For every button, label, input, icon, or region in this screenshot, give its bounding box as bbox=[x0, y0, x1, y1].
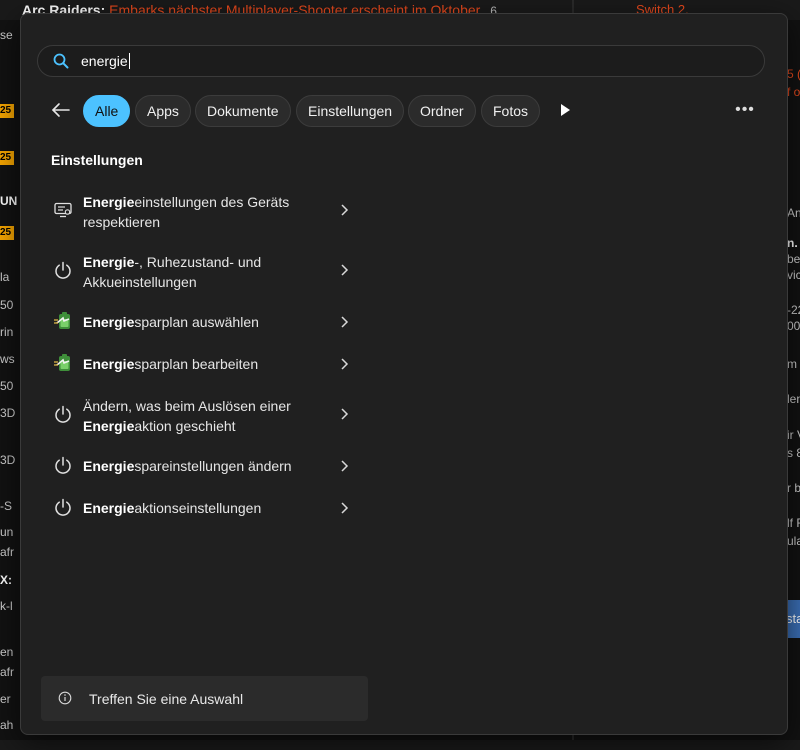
bg-fragment: s 8 bbox=[787, 446, 800, 460]
result-item[interactable]: Energieaktionseinstellungen bbox=[41, 496, 361, 520]
bg-fragment: 50 bbox=[0, 298, 14, 312]
bg-fragment: k-l bbox=[0, 599, 13, 613]
result-bold: Energie bbox=[83, 314, 135, 330]
bg-fragment: r b bbox=[787, 481, 800, 495]
chevron-right-icon bbox=[341, 408, 349, 420]
more-filters-arrow-icon[interactable] bbox=[559, 103, 571, 117]
bg-fragment: afr bbox=[0, 545, 15, 559]
bg-fragment: la bbox=[0, 270, 10, 284]
bg-fragment: 5 ( bbox=[787, 67, 800, 81]
status-text: Treffen Sie eine Auswahl bbox=[89, 691, 244, 707]
filter-chip-fotos[interactable]: Fotos bbox=[481, 95, 541, 127]
filter-chip-apps[interactable]: Apps bbox=[135, 95, 191, 127]
battery-plan-icon bbox=[54, 354, 70, 371]
power-icon bbox=[55, 498, 71, 516]
result-rest: spareinstellungen ändern bbox=[134, 458, 292, 474]
status-bar: Treffen Sie eine Auswahl bbox=[41, 676, 368, 721]
result-bold: Energie bbox=[83, 356, 135, 372]
bg-fragment: be bbox=[787, 252, 800, 266]
result-label: Ändern, was beim Auslösen einer Energieak… bbox=[83, 396, 333, 436]
power-icon bbox=[55, 261, 71, 279]
bg-fragment: ws bbox=[0, 352, 15, 366]
result-item[interactable]: Ändern, was beim Auslösen einer Energieak… bbox=[41, 394, 361, 438]
filter-bar: Alle Apps Dokumente Einstellungen Ordner… bbox=[21, 94, 789, 128]
result-label: Energiespareinstellungen ändern bbox=[83, 456, 333, 476]
result-label: Energie-, Ruhezustand- und Akkueinstellu… bbox=[83, 252, 333, 292]
bg-fragment: er bbox=[0, 692, 11, 706]
power-icon bbox=[55, 405, 71, 423]
back-arrow-icon[interactable] bbox=[49, 98, 73, 122]
bg-fragment: un bbox=[0, 525, 14, 539]
result-bold: Energie bbox=[83, 458, 135, 474]
result-item[interactable]: Energie-, Ruhezustand- und Akkueinstellu… bbox=[41, 250, 361, 294]
result-label: Energieeinstellungen des Geräts respekti… bbox=[83, 192, 333, 232]
bg-fragment: 3D bbox=[0, 406, 16, 420]
filter-chip-alle[interactable]: Alle bbox=[83, 95, 131, 127]
result-rest: sparplan auswählen bbox=[134, 314, 259, 330]
bg-fragment: ah bbox=[0, 718, 14, 732]
bg-bottom-strip bbox=[0, 740, 800, 750]
bg-fragment: len bbox=[787, 392, 800, 406]
result-rest: sparplan bearbeiten bbox=[134, 356, 259, 372]
search-input-wrap[interactable]: energie bbox=[81, 53, 130, 69]
result-prefix: Ändern, was beim Auslösen einer bbox=[83, 398, 291, 414]
bg-fragment: ir V bbox=[787, 428, 800, 442]
bg-fragment: n. I bbox=[787, 236, 800, 250]
chevron-right-icon bbox=[341, 316, 349, 328]
bg-fragment: afr bbox=[0, 665, 15, 679]
result-bold: Energie bbox=[83, 194, 135, 210]
bg-fragment: UN bbox=[0, 194, 18, 208]
bg-fragment: en bbox=[0, 645, 14, 659]
bg-fragment: 50 bbox=[0, 379, 14, 393]
result-label: Energiesparplan bearbeiten bbox=[83, 354, 333, 374]
bg-fragment: se bbox=[0, 28, 13, 42]
bg-fragment: An bbox=[787, 206, 800, 220]
section-title: Einstellungen bbox=[51, 152, 143, 168]
device-settings-icon bbox=[54, 202, 72, 218]
chevron-right-icon bbox=[341, 502, 349, 514]
bg-fragment: -S bbox=[0, 499, 12, 513]
result-bold: Energie bbox=[83, 418, 135, 434]
bg-fragment: lf R bbox=[787, 516, 800, 530]
power-icon bbox=[55, 456, 71, 474]
bg-fragment: ula bbox=[787, 534, 800, 548]
bg-fragment: 00 bbox=[787, 319, 800, 333]
result-item[interactable]: Energiespareinstellungen ändern bbox=[41, 454, 361, 478]
result-item[interactable]: Energieeinstellungen des Geräts respekti… bbox=[41, 190, 361, 234]
bg-fragment: vic bbox=[787, 268, 800, 282]
text-caret bbox=[128, 53, 130, 69]
result-rest: aktion geschieht bbox=[134, 418, 236, 434]
bg-fragment: m bbox=[787, 357, 797, 371]
search-input[interactable]: energie bbox=[81, 53, 128, 69]
bg-blue-button[interactable]: sta bbox=[786, 600, 800, 638]
bg-fragment: 3D bbox=[0, 453, 16, 467]
result-bold: Energie bbox=[83, 254, 135, 270]
chevron-right-icon bbox=[341, 460, 349, 472]
bg-badge: 25 bbox=[0, 104, 14, 118]
result-label: Energieaktionseinstellungen bbox=[83, 498, 333, 518]
filter-chip-einstellungen[interactable]: Einstellungen bbox=[296, 95, 405, 127]
result-label: Energiesparplan auswählen bbox=[83, 312, 333, 332]
search-box[interactable]: energie bbox=[37, 45, 765, 77]
chevron-right-icon bbox=[341, 204, 349, 216]
search-flyout: energie Alle Apps Dokumente Einstellunge… bbox=[20, 13, 788, 735]
info-icon bbox=[58, 691, 72, 705]
chevron-right-icon bbox=[341, 358, 349, 370]
result-rest: aktionseinstellungen bbox=[134, 500, 262, 516]
bg-fragment: -22 bbox=[787, 303, 800, 317]
bg-fragment: rin bbox=[0, 325, 14, 339]
filter-chip-ordner[interactable]: Ordner bbox=[408, 95, 476, 127]
bg-badge: 25 bbox=[0, 226, 14, 240]
result-item[interactable]: Energiesparplan auswählen bbox=[41, 310, 361, 334]
bg-button-label: sta bbox=[786, 611, 800, 626]
bg-badge: 25 bbox=[0, 151, 14, 165]
search-icon bbox=[53, 53, 69, 69]
chevron-right-icon bbox=[341, 264, 349, 276]
filter-chip-dokumente[interactable]: Dokumente bbox=[195, 95, 291, 127]
bg-fragment: X: bbox=[0, 573, 12, 587]
result-bold: Energie bbox=[83, 500, 135, 516]
result-item[interactable]: Energiesparplan bearbeiten bbox=[41, 352, 361, 376]
battery-plan-icon bbox=[54, 312, 70, 329]
more-options-icon[interactable]: ••• bbox=[735, 98, 755, 122]
